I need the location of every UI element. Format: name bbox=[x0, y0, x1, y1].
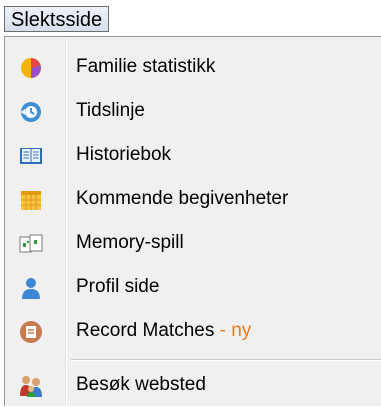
menu-item-label: Record Matches - ny bbox=[76, 309, 251, 353]
menu-item-label: Besøk websted bbox=[76, 374, 206, 395]
menu-item-label: Kommende begivenheter bbox=[76, 188, 289, 209]
pie-chart-icon bbox=[19, 56, 43, 80]
menu-item-label: Historiebok bbox=[76, 144, 172, 165]
menu-item-besok-websted[interactable]: Besøk websted bbox=[7, 363, 379, 407]
book-icon bbox=[19, 144, 43, 168]
menu-separator bbox=[71, 359, 381, 361]
menu-item-historiebok[interactable]: Historiebok bbox=[7, 133, 379, 177]
record-matches-icon bbox=[19, 320, 43, 344]
person-icon bbox=[19, 276, 43, 300]
menu-item-kommende-begivenheter[interactable]: Kommende begivenheter bbox=[7, 177, 379, 221]
menu-item-label: Memory-spill bbox=[76, 232, 184, 253]
menu-item-memory-spill[interactable]: Memory-spill bbox=[7, 221, 379, 265]
new-badge: - ny bbox=[214, 320, 252, 341]
menu-item-profil-side[interactable]: Profil side bbox=[7, 265, 379, 309]
family-website-icon bbox=[19, 374, 43, 398]
memory-cards-icon bbox=[19, 232, 43, 256]
menu-item-tidslinje[interactable]: Tidslinje bbox=[7, 89, 379, 133]
menu-item-familie-statistikk[interactable]: Familie statistikk bbox=[7, 45, 379, 89]
menu-title-slektsside[interactable]: Slektsside bbox=[4, 6, 110, 32]
menu-item-label-text: Record Matches bbox=[76, 320, 215, 341]
menu-item-label: Profil side bbox=[76, 276, 160, 297]
menu-item-record-matches[interactable]: Record Matches - ny bbox=[7, 309, 379, 353]
dropdown-menu: Familie statistikk Tidslinje Historiebok… bbox=[4, 36, 381, 406]
menu-item-label: Tidslinje bbox=[76, 100, 145, 121]
timeline-clock-icon bbox=[19, 100, 43, 124]
calendar-icon bbox=[19, 188, 43, 212]
menu-item-label: Familie statistikk bbox=[76, 56, 216, 77]
menu-bar: Slektsside bbox=[0, 0, 381, 38]
